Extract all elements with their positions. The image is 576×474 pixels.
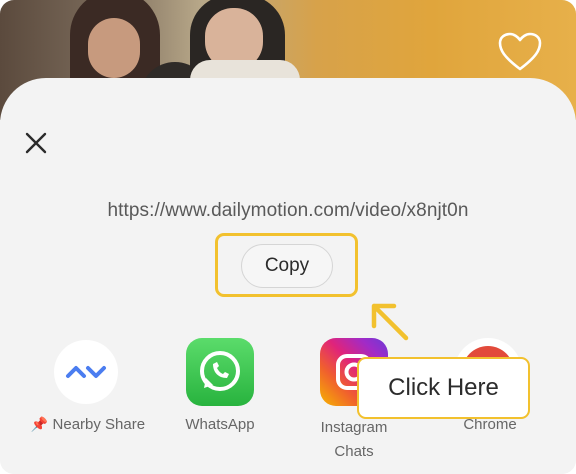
whatsapp-label: WhatsApp [185, 416, 255, 433]
copy-button[interactable]: Copy [241, 244, 333, 288]
nearby-share-icon[interactable] [54, 340, 118, 404]
instagram-chats-label: Instagram Chats [320, 419, 388, 460]
share-url: https://www.dailymotion.com/video/x8njt0… [107, 200, 469, 221]
pin-icon: 📌 [30, 416, 49, 432]
thumbnail-figure-face [88, 18, 140, 78]
click-here-tooltip: Click Here [357, 357, 530, 419]
close-icon[interactable] [24, 131, 48, 155]
heart-icon[interactable] [498, 32, 542, 72]
share-screen: https://www.dailymotion.com/video/x8njt0… [0, 0, 576, 474]
nearby-share-label: 📌 Nearby Share [30, 416, 146, 433]
whatsapp-icon[interactable] [186, 338, 254, 406]
